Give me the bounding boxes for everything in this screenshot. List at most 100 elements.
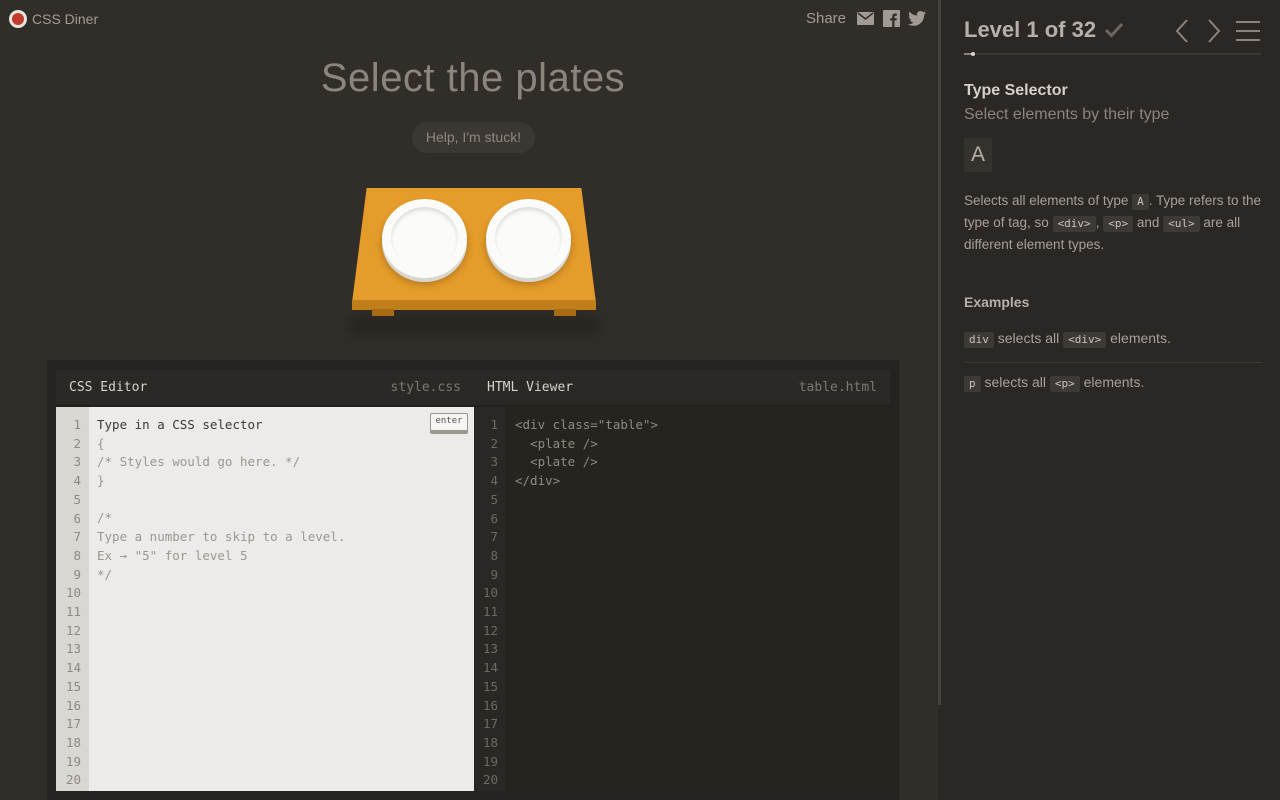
share-bar: Share [806,9,926,27]
example-code: p [964,376,981,392]
level-title: Level 1 of 32 [964,17,1097,42]
line-number: 13 [65,641,81,657]
hint-text: and [1133,215,1164,230]
css-input[interactable]: enter Type in a CSS selector { /* Styles w… [89,407,474,791]
line-number: 10 [65,585,81,601]
line-number: 12 [482,622,498,638]
html-viewer-title: HTML Viewer [487,380,574,395]
table [350,188,598,338]
line-number: 3 [490,454,498,470]
line-number: 20 [482,772,498,788]
line-number: 11 [65,604,81,620]
plate[interactable] [382,199,467,278]
example-item: div selects all <div> elements. [964,330,1262,348]
next-level-icon[interactable] [1205,18,1223,44]
line-number: 4 [73,473,81,489]
line-number: 19 [65,753,81,769]
example-text: elements. [1079,374,1145,390]
twitter-icon[interactable] [908,9,926,27]
hint-text: , [1095,215,1104,230]
menu-icon[interactable] [1236,18,1260,44]
html-file-name: table.html [798,380,877,395]
line-number: 14 [482,660,498,676]
example-divider [964,362,1262,363]
line-number: 16 [482,697,498,713]
html-code-line[interactable]: <plate /> [515,435,882,454]
prev-level-icon[interactable] [1173,18,1191,44]
line-number: 1 [490,417,498,432]
hint-code: A [1132,194,1149,210]
line-number: 18 [65,734,81,750]
css-file-name: style.css [390,380,461,395]
css-editor-title: CSS Editor [69,380,148,395]
line-number: 7 [490,529,498,545]
level-header[interactable]: Level 1 of 32 [964,17,1124,43]
line-number: 14 [65,660,81,676]
selector-syntax: A [964,138,992,172]
css-code-line: */ [97,566,113,582]
line-number: 9 [73,566,81,582]
example-code: <p> [1049,376,1080,392]
line-number: 7 [73,529,81,545]
line-number: 4 [490,473,498,489]
css-code-line: Type a number to skip to a level. [97,529,346,545]
example-text: selects all [980,374,1050,390]
line-number: 6 [73,510,81,526]
line-number: 12 [65,622,81,638]
hint-code: <p> [1103,216,1134,232]
line-number: 15 [482,678,498,694]
css-line-numbers: 1 2 3 4 5 6 7 8 9 10 11 12 13 14 15 16 17 18 19 20 [56,407,89,791]
css-code-line [97,491,466,510]
html-code-line[interactable]: </div> [515,472,882,491]
table-leg-right [554,309,576,316]
line-number: 19 [482,753,498,769]
line-number: 2 [490,435,498,451]
level-instruction: Select the plates [320,56,626,100]
plate[interactable] [486,199,571,278]
line-number: 15 [65,678,81,694]
html-code-line[interactable]: <div class="table"> [515,416,882,435]
line-number: 17 [65,716,81,732]
example-text: elements. [1106,330,1171,346]
level-sidebar: Level 1 of 32 Type Selector Select eleme… [947,0,1280,800]
css-code-line: Ex → "5" for level 5 [97,547,248,563]
html-code-line[interactable]: <plate /> [515,453,882,472]
hint-code: <div> [1052,216,1096,232]
line-number: 9 [490,566,498,582]
example-code: <div> [1063,332,1107,348]
line-number: 3 [73,454,81,470]
line-number: 17 [482,716,498,732]
enter-button[interactable]: enter [430,413,468,434]
share-label: Share [805,9,846,27]
email-icon[interactable] [856,9,874,27]
line-number: 13 [482,641,498,657]
table-leg-left [372,309,394,316]
example-text: selects all [993,330,1064,346]
line-number: 18 [482,734,498,750]
line-number: 16 [65,697,81,713]
help-button[interactable]: Help, I'm stuck! [412,122,535,153]
check-icon [1104,20,1124,40]
example-item: p selects all <p> elements. [964,374,1262,392]
logo[interactable]: CSS Diner [9,10,98,28]
example-code: div [964,332,994,348]
examples-title: Examples [964,294,1030,310]
hint-text: Selects all elements of type [964,193,1133,208]
css-code-line: { [97,435,105,451]
html-line-numbers: 1 2 3 4 5 6 7 8 9 10 11 12 13 14 15 16 17 18 19 20 [474,407,507,791]
selector-name: Type Selector [964,82,1068,99]
css-code-line: /* Styles would go here. */ [97,454,301,470]
line-number: 5 [490,491,498,507]
facebook-icon[interactable] [882,9,900,27]
css-code-line: /* [97,510,113,526]
line-number: 11 [482,604,498,620]
css-input-placeholder: Type in a CSS selector [97,417,263,432]
html-viewer-header: HTML Viewer table.html [474,370,890,406]
selector-hint: Selects all elements of type A. Type ref… [964,190,1262,256]
editor-panel: CSS Editor style.css HTML Viewer table.h… [47,360,899,800]
panel-divider[interactable] [938,0,947,800]
scrollbar[interactable] [938,0,941,705]
css-code-line: } [97,473,105,489]
html-markup: <div class="table"> <plate /> <plate /> <… [507,407,890,791]
line-number: 8 [490,547,498,563]
